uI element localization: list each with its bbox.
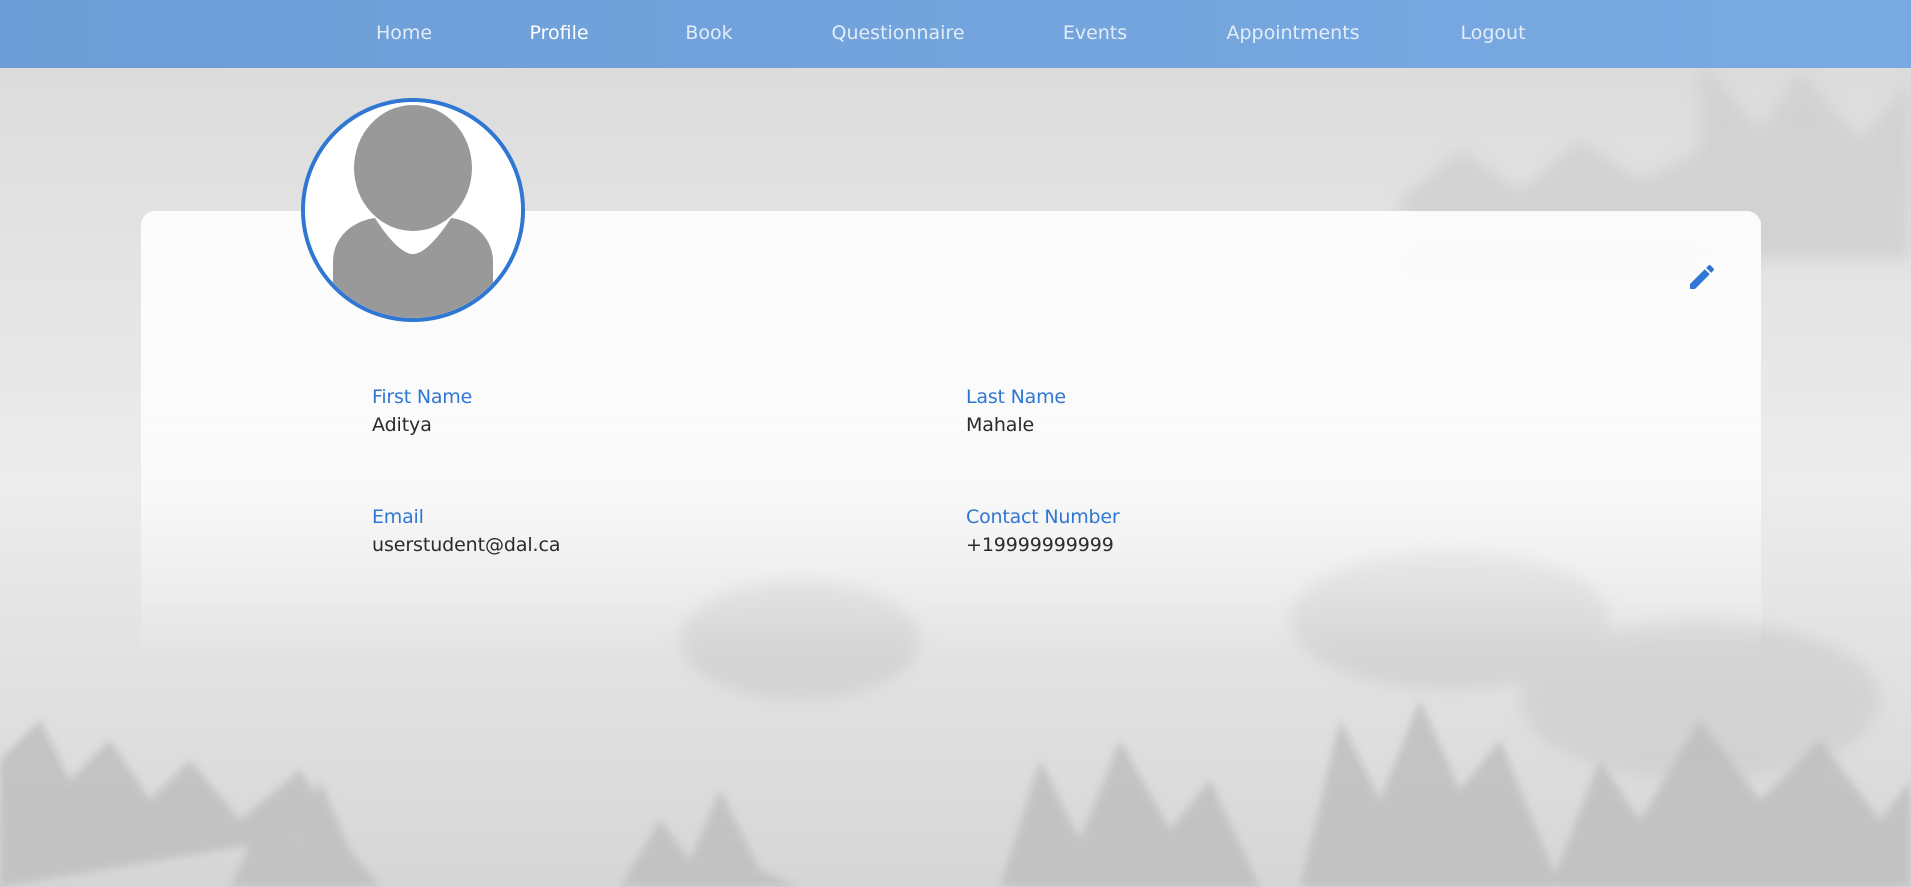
nav-appointments-link[interactable]: Appointments <box>1226 0 1359 68</box>
default-user-avatar-icon <box>305 102 521 318</box>
profile-avatar <box>301 98 525 322</box>
contact-number-field: Contact Number +19999999999 <box>966 506 1120 556</box>
nav-questionnaire-link[interactable]: Questionnaire <box>831 0 964 68</box>
email-field: Email userstudent@dal.ca <box>372 506 560 556</box>
last-name-value: Mahale <box>966 414 1035 436</box>
first-name-field: First Name Aditya <box>372 386 472 436</box>
edit-profile-button[interactable] <box>1684 259 1720 295</box>
nav-events-link[interactable]: Events <box>1063 0 1127 68</box>
top-navbar: Home Profile Book Questionnaire Events A… <box>0 0 1911 68</box>
last-name-field: Last Name Mahale <box>966 386 1066 436</box>
email-value: userstudent@dal.ca <box>372 534 561 556</box>
nav-book-link[interactable]: Book <box>685 0 732 68</box>
pencil-icon <box>1690 264 1715 289</box>
nav-logout-link[interactable]: Logout <box>1460 0 1525 68</box>
first-name-label: First Name <box>372 386 473 408</box>
contact-number-value: +19999999999 <box>966 534 1114 556</box>
contact-number-label: Contact Number <box>966 506 1120 528</box>
last-name-label: Last Name <box>966 386 1066 408</box>
nav-home-link[interactable]: Home <box>376 0 432 68</box>
first-name-value: Aditya <box>372 414 432 436</box>
email-label: Email <box>372 506 424 528</box>
nav-profile-link[interactable]: Profile <box>529 0 588 68</box>
